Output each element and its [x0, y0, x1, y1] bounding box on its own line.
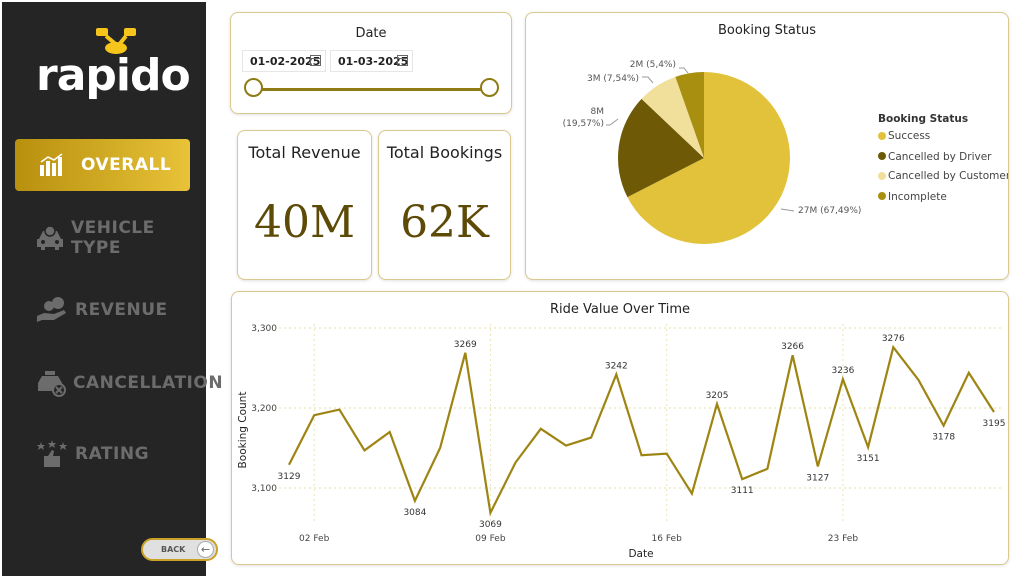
- total-bookings-value: 62K: [400, 197, 489, 248]
- legend-label-driver: Cancelled by Driver: [888, 151, 992, 163]
- ride-value-line-chart: 3,100 3,200 3,300 02 Feb 09 Feb 16 Feb 23 Feb…: [237, 324, 1006, 560]
- nav-item-cancellation[interactable]: CANCELLATION: [15, 357, 223, 409]
- date-filter-title: Date: [355, 26, 387, 41]
- taxi-cancel-icon: [35, 368, 67, 398]
- booking-status-card: Booking Status 27M (67,49%) 8M (19,57%) …: [525, 12, 1009, 280]
- nav-label-vehicle-type: VEHICLE TYPE: [71, 218, 155, 258]
- data-label: 3269: [454, 340, 477, 350]
- legend-label-customer: Cancelled by Customer: [888, 170, 1008, 182]
- ride-value-card: Ride Value Over Time 3,100 3,200 3,300 02 …: [231, 291, 1009, 565]
- date-filter-card: Date 01-02-2025 01-03-2025: [230, 12, 512, 114]
- legend-swatch-driver: [878, 152, 886, 160]
- total-bookings-title: Total Bookings: [386, 143, 503, 162]
- pie-label-incomplete: 2M (5,4%): [630, 60, 676, 70]
- x-axis-title: Date: [628, 548, 653, 560]
- nav-label-revenue: REVENUE: [75, 300, 168, 320]
- y-axis-title: Booking Count: [237, 392, 249, 469]
- nav-label-rating: RATING: [75, 444, 150, 464]
- legend-swatch-incomplete: [878, 192, 886, 200]
- data-label: 3242: [605, 361, 628, 371]
- legend-label-success: Success: [888, 130, 930, 142]
- pie-label-success: 27M (67,49%): [798, 206, 861, 216]
- stars-thumb-icon: [35, 439, 69, 469]
- x-tick-label: 16 Feb: [652, 534, 683, 544]
- legend-label-incomplete: Incomplete: [888, 191, 947, 203]
- rapido-logo: rapido: [32, 24, 191, 104]
- data-label: 3195: [983, 419, 1006, 429]
- pie-label-driver: 8M: [591, 107, 605, 117]
- total-revenue-title: Total Revenue: [248, 143, 361, 162]
- data-label: 3276: [882, 334, 905, 344]
- nav-item-overall[interactable]: OVERALL: [15, 139, 190, 191]
- x-tick-label: 09 Feb: [475, 534, 506, 544]
- pie-label-driver-pct: (19,57%): [563, 119, 604, 129]
- data-label: 3127: [806, 473, 829, 483]
- x-tick-label: 02 Feb: [299, 534, 330, 544]
- nav-item-rating[interactable]: RATING: [15, 428, 190, 480]
- legend-title: Booking Status: [878, 113, 968, 125]
- brand-wordmark: rapido: [36, 50, 191, 101]
- back-button[interactable]: BACK ←: [141, 538, 218, 561]
- legend-swatch-customer: [878, 172, 886, 180]
- data-label: 3178: [932, 433, 955, 443]
- sidebar: rapido OVERALL VEHICLE TYPE REVENUE CANC…: [2, 2, 223, 576]
- pie-label-customer: 3M (7,54%): [587, 74, 639, 84]
- start-date-input[interactable]: 01-02-2025: [242, 50, 326, 72]
- car-icon: [35, 223, 65, 253]
- data-label: 3069: [479, 520, 502, 530]
- data-label: 3084: [403, 508, 426, 518]
- total-bookings-card: Total Bookings 62K: [378, 130, 511, 280]
- total-revenue-value: 40M: [253, 197, 356, 248]
- data-label: 3129: [278, 472, 301, 482]
- end-date-input[interactable]: 01-03-2025: [330, 50, 413, 72]
- y-tick-label: 3,200: [251, 404, 277, 414]
- bar-chart-icon: [35, 150, 69, 180]
- nav-label-cancellation: CANCELLATION: [73, 373, 224, 393]
- data-label: 3236: [831, 366, 854, 376]
- data-label: 3266: [781, 342, 804, 352]
- back-label: BACK: [161, 545, 186, 554]
- calendar-icon[interactable]: [310, 55, 321, 66]
- legend-swatch-success: [878, 132, 886, 140]
- data-label: 3111: [731, 486, 754, 496]
- total-revenue-card: Total Revenue 40M: [237, 130, 372, 280]
- nav-item-vehicle-type[interactable]: VEHICLE TYPE: [15, 212, 190, 264]
- nav-item-revenue[interactable]: REVENUE: [15, 284, 190, 336]
- booking-status-pie-chart: 27M (67,49%) 8M (19,57%) 3M (7,54%) 2M (…: [563, 60, 1008, 245]
- calendar-icon[interactable]: [397, 55, 408, 66]
- nav-label-overall: OVERALL: [81, 155, 172, 175]
- x-tick-label: 23 Feb: [828, 534, 859, 544]
- back-arrow-icon: ←: [197, 541, 214, 558]
- date-range-slider-track[interactable]: [253, 88, 491, 91]
- y-tick-label: 3,300: [251, 324, 277, 334]
- y-tick-label: 3,100: [251, 484, 277, 494]
- data-label: 3205: [706, 391, 729, 401]
- data-label: 3151: [857, 454, 880, 464]
- date-range-start-handle[interactable]: [244, 78, 263, 97]
- money-hand-icon: [35, 295, 69, 325]
- date-range-end-handle[interactable]: [480, 78, 499, 97]
